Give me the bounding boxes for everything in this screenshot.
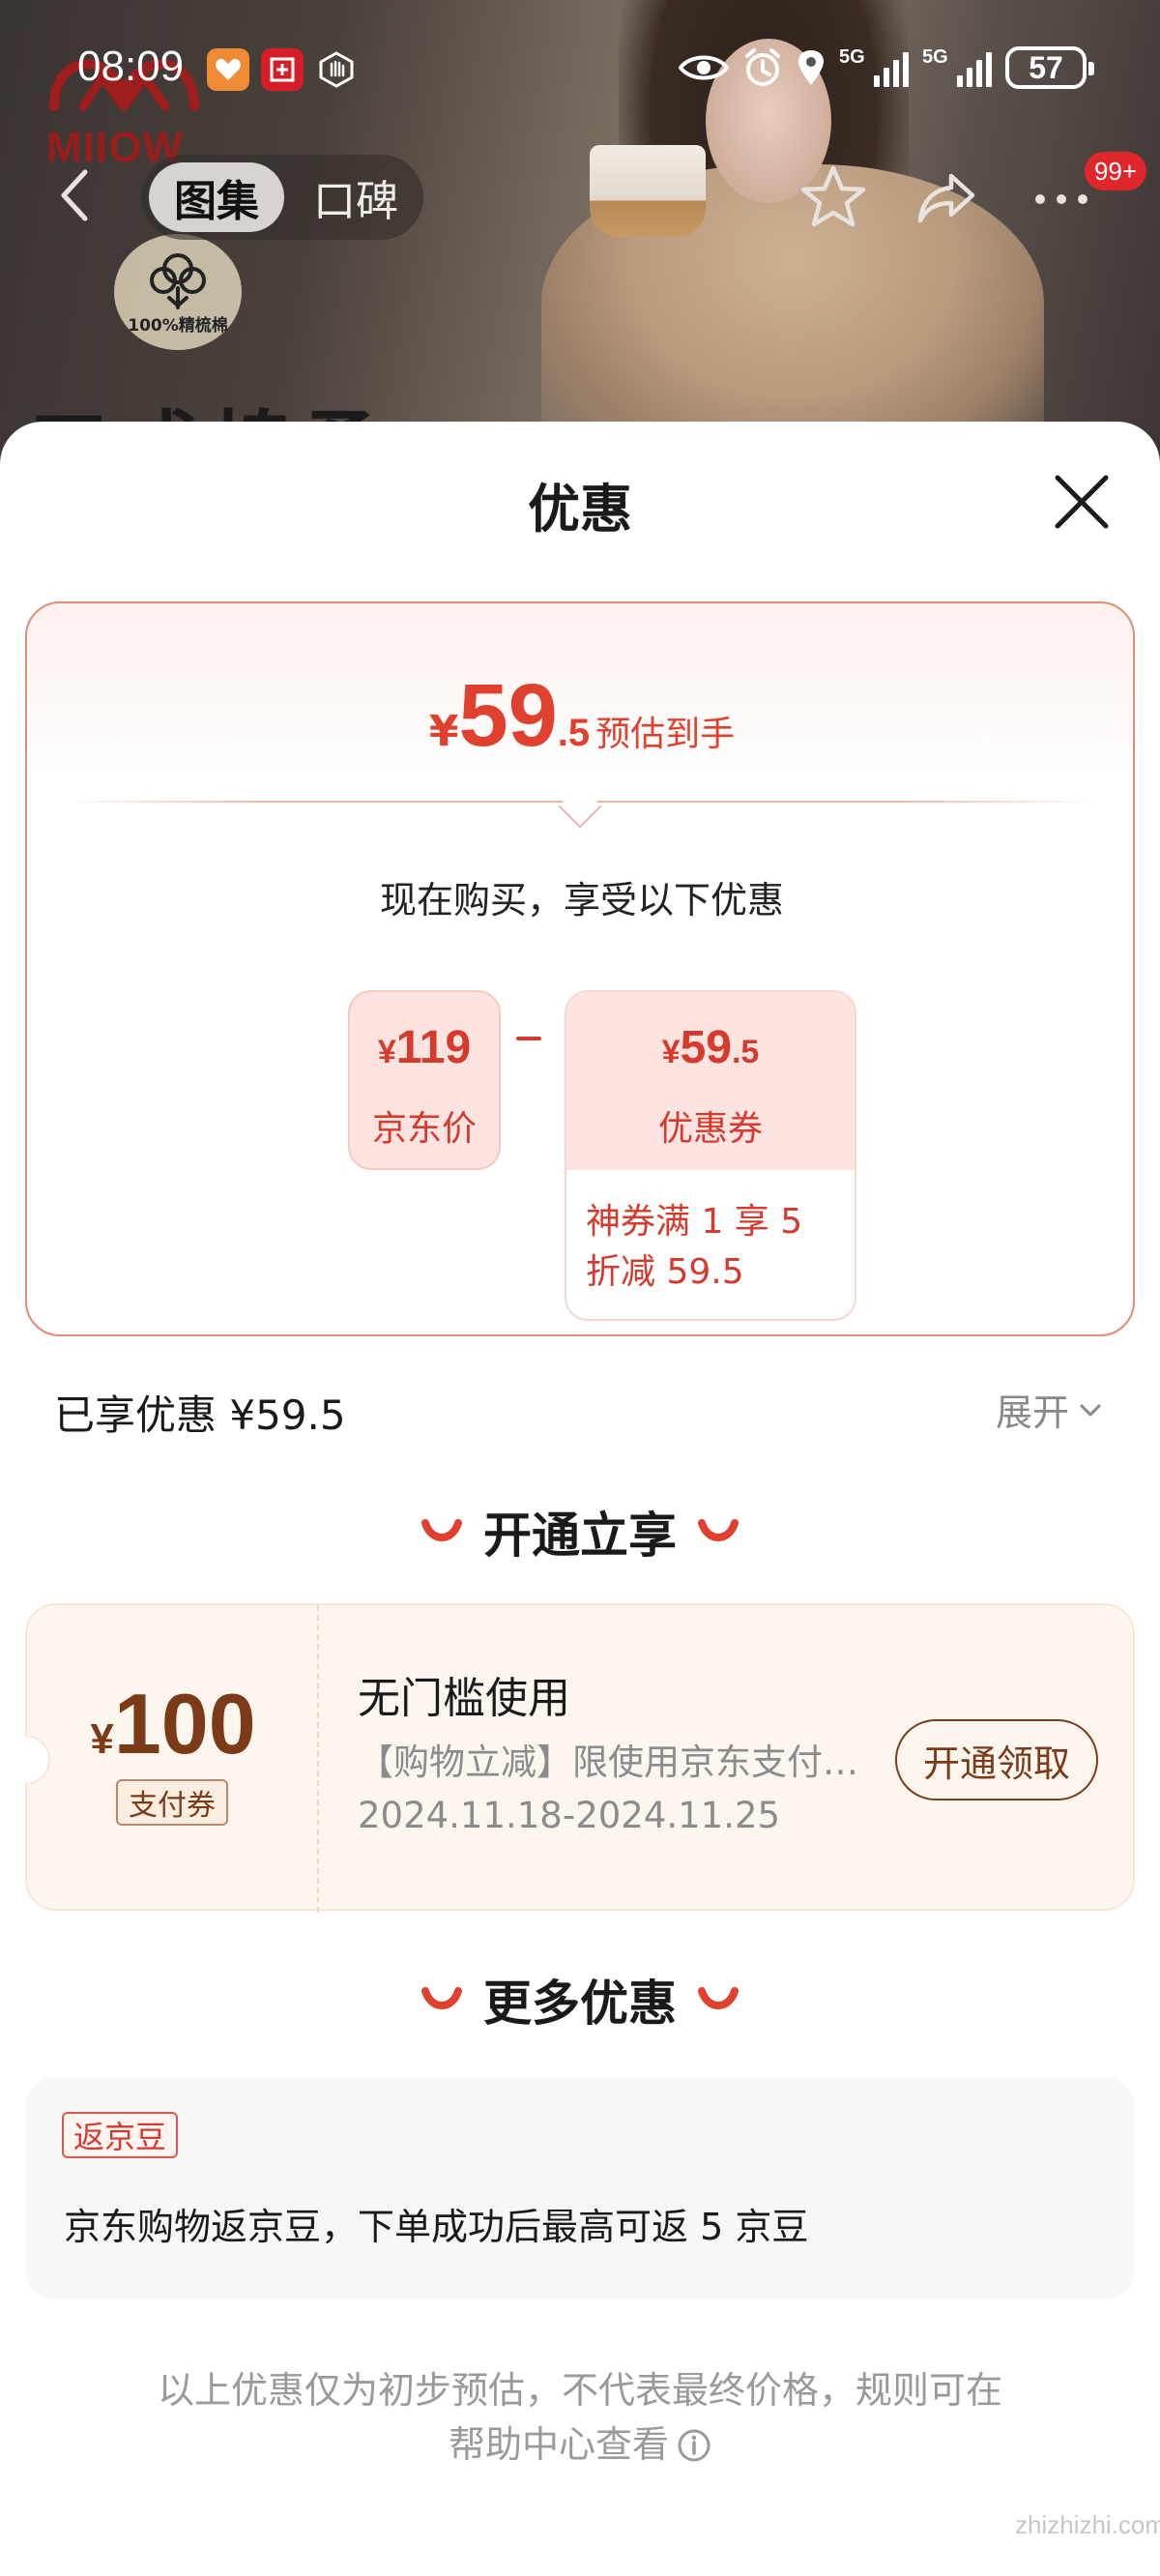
- alarm-icon: [745, 48, 780, 86]
- chevron-down-icon: [1080, 1404, 1101, 1416]
- message-count-badge: 99+: [1085, 152, 1146, 190]
- jd-bean-tag: 返京豆: [62, 2112, 179, 2158]
- cotton-badge-text: 100%精梳棉: [128, 315, 228, 336]
- jd-price-yen: ¥: [377, 1034, 396, 1070]
- section-open-title: 开通立享: [483, 1508, 677, 1564]
- section-more-title: 更多优惠: [483, 1976, 677, 2032]
- hand-gesture-icon: [315, 48, 358, 91]
- smile-right-icon: [698, 1987, 739, 2009]
- estimate-int: 59: [458, 666, 558, 765]
- pay-coupon-title: 无门槛使用: [358, 1674, 570, 1723]
- watermark: zhizhizhi.com: [1015, 2510, 1160, 2539]
- smile-right-icon: [698, 1519, 739, 1541]
- footer-note-text: 以上优惠仅为初步预估，不代表最终价格，规则可在帮助中心查看: [157, 2369, 1002, 2466]
- smile-left-icon: [421, 1987, 462, 2009]
- tab-reviews[interactable]: 口碑: [288, 162, 423, 232]
- back-icon[interactable]: [56, 166, 95, 224]
- buy-now-text: 现在购买，享受以下优惠: [379, 879, 784, 922]
- coupon-int: 59: [680, 1022, 732, 1073]
- section-open-header: 开通立享: [0, 1497, 1160, 1566]
- info-icon[interactable]: [677, 2428, 711, 2463]
- tab-gallery[interactable]: 图集: [149, 162, 284, 232]
- smile-left-icon: [421, 1519, 462, 1541]
- mug: [590, 145, 706, 237]
- share-icon[interactable]: [913, 162, 982, 232]
- sheet-title: 优惠: [528, 479, 632, 540]
- coupon-description: 神券满 1 享 5 折减 59.5: [586, 1202, 803, 1292]
- jd-price-chip: ¥119 京东价: [348, 990, 501, 1170]
- coupon-value-panel: ¥100 支付券: [27, 1605, 319, 1913]
- discount-sheet: 优惠 ¥59.5 预估到手 现在购买，享受以下优惠 ¥119 京东价 ¥59.5 …: [0, 422, 1160, 2576]
- location-icon: [798, 50, 824, 85]
- coupon-chip: ¥59.5 优惠券 神券满 1 享 5 折减 59.5: [565, 990, 856, 1321]
- jd-price-label: 京东价: [371, 1109, 477, 1149]
- payment-coupon-card: ¥100 支付券 无门槛使用 【购物立减】限使用京东支付… 2024.11.18…: [25, 1603, 1135, 1913]
- expand-button[interactable]: 展开: [996, 1383, 1104, 1436]
- section-more-header: 更多优惠: [0, 1965, 1160, 2034]
- close-icon[interactable]: [1050, 470, 1114, 534]
- coupon-label: 优惠券: [657, 1109, 763, 1149]
- gallery-review-tabs: 图集 口碑: [141, 155, 423, 240]
- footer-note: 以上优惠仅为初步预估，不代表最终价格，规则可在帮助中心查看: [145, 2363, 1015, 2472]
- estimate-dec: .5: [557, 712, 591, 754]
- estimate-label: 预估到手: [595, 715, 736, 754]
- signal-2-icon: 5G: [922, 46, 992, 87]
- minus-sign: [516, 1037, 541, 1040]
- coupon-dec: .5: [731, 1034, 760, 1070]
- status-bar: 08:09 5G 5G 57: [0, 39, 1160, 104]
- heart-app-icon: [207, 48, 249, 91]
- battery-icon: 57: [1005, 46, 1094, 89]
- enjoyed-discount: 已享优惠 ¥59.5: [54, 1391, 346, 1439]
- pay-coupon-yen: ¥: [90, 1715, 114, 1763]
- coupon-yen: ¥: [661, 1034, 681, 1070]
- app-notification-icon: [261, 48, 304, 91]
- pay-coupon-amount: 100: [113, 1676, 256, 1771]
- pay-coupon-tag: 支付券: [116, 1779, 228, 1826]
- estimate-yen: ¥: [428, 707, 459, 756]
- divider-notch: [558, 784, 602, 829]
- status-time: 08:09: [77, 43, 185, 90]
- pay-coupon-subtitle: 【购物立减】限使用京东支付…: [358, 1742, 858, 1783]
- eye-icon: [679, 55, 729, 80]
- jd-price-amount: 119: [395, 1022, 472, 1073]
- cotton-badge: 100%精梳棉: [114, 234, 242, 350]
- battery-level: 57: [1029, 49, 1063, 85]
- price-breakdown-card: ¥59.5 预估到手 现在购买，享受以下优惠 ¥119 京东价 ¥59.5 优惠券…: [25, 601, 1135, 1336]
- pay-coupon-date: 2024.11.18-2024.11.25: [358, 1795, 781, 1836]
- expand-label: 展开: [996, 1391, 1070, 1434]
- signal-1-icon: 5G: [839, 46, 909, 87]
- jd-bean-text: 京东购物返京豆，下单成功后最高可返 5 京豆: [64, 2206, 809, 2248]
- activate-claim-button[interactable]: 开通领取: [895, 1719, 1098, 1800]
- estimated-price: ¥59.5 预估到手: [27, 665, 1137, 767]
- favorite-star-icon[interactable]: [798, 162, 868, 232]
- jd-bean-card: 返京豆 京东购物返京豆，下单成功后最高可返 5 京豆: [25, 2077, 1135, 2299]
- cotton-icon: [150, 252, 206, 309]
